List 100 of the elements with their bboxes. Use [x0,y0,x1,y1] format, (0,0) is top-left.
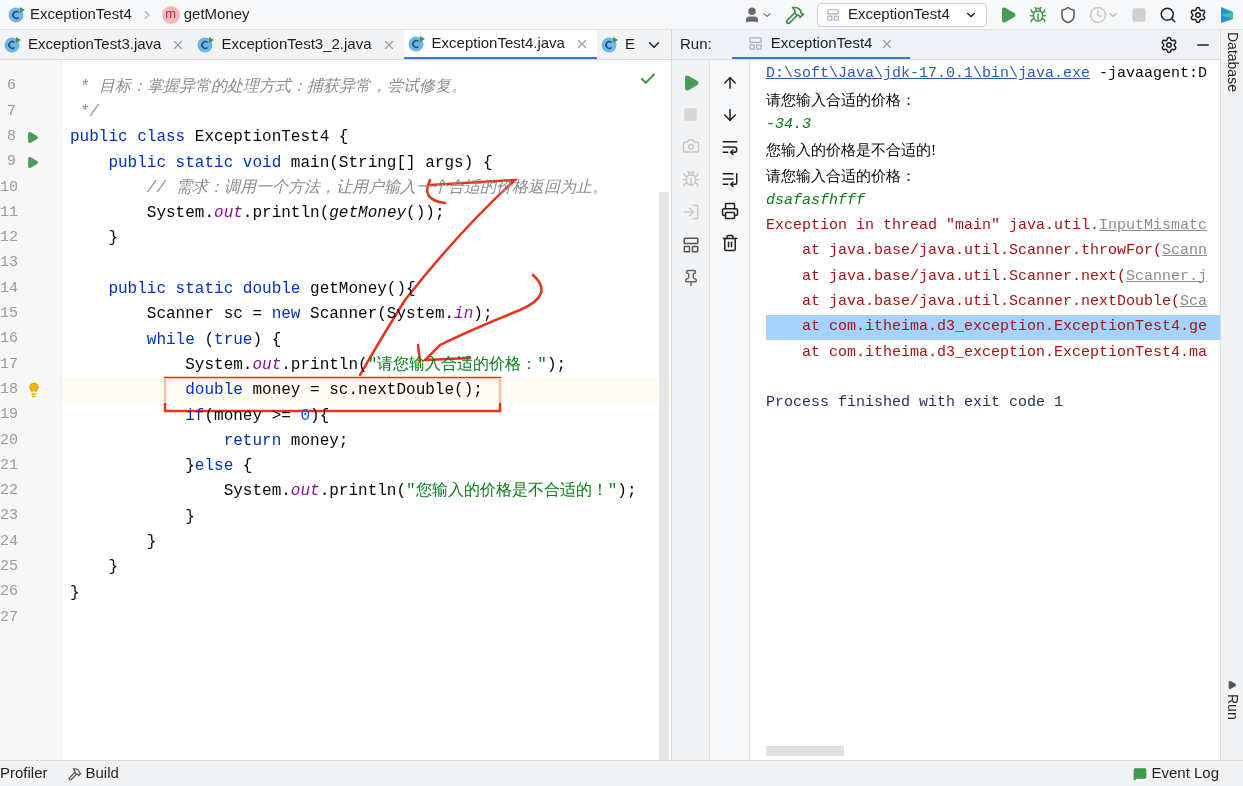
line-number: 8 [6,127,16,147]
printer-icon[interactable] [720,202,739,220]
coverage-icon[interactable] [1059,5,1077,24]
line-number: 26 [0,582,16,603]
tool-window-tab[interactable]: Build [67,762,119,785]
hammer-icon[interactable] [785,4,805,25]
line-number: 24 [0,531,16,552]
line-number: 14 [0,278,16,299]
editor-tab[interactable]: E [596,30,643,59]
tool-window-tab[interactable]: Profiler [0,762,48,785]
line-number: 9 [6,152,16,173]
console-link[interactable]: D:\soft\Java\jdk-17.0.1\bin\java.exe [766,63,1091,86]
code-line: return money; [222,430,349,452]
line-number: 15 [0,304,16,325]
event-log-button[interactable]: Event Log [1133,762,1219,785]
code-line: while (true) { [145,329,282,351]
class-icon [600,35,619,54]
settings-icon[interactable] [1160,35,1178,54]
run-icon[interactable] [26,130,39,144]
console-text: at com.itheima.d3_exception.ExceptionTest4.ge [801,317,1208,338]
class-icon [197,35,216,54]
layout-icon[interactable] [681,236,700,254]
console-text: -javaagent:D [1098,64,1208,85]
console-text: -34.3 [766,115,811,135]
tool-window-tab[interactable]: Database [1221,32,1243,92]
line-number: 13 [0,253,16,274]
code-line: } [107,228,118,250]
console-text: at java.base/java.util.Scanner.next( [801,266,1127,287]
line-number: 12 [0,228,16,249]
line-number: 18 [0,379,16,400]
panel-title: Run: [679,34,713,55]
code-line: public static double getMoney(){ [107,279,416,300]
code-line: */ [78,101,99,123]
code-line: System.out.println(getMoney()); [145,203,445,225]
line-number: 19 [0,405,16,426]
run-icon[interactable] [26,156,39,170]
breadcrumb-item[interactable]: getMoney [183,3,250,26]
class-icon [407,34,426,53]
console-text: dsafasfhfff [766,190,866,211]
code-line: } [145,532,157,553]
run-configuration-dropdown[interactable]: ExceptionTest4 [817,2,987,27]
console-link[interactable]: Scann [1162,240,1208,263]
line-number: 25 [0,557,16,578]
console-text: Process finished with exit code 1 [766,393,1064,414]
class-icon [8,5,26,24]
debug-icon[interactable] [1029,5,1047,24]
line-number: 21 [0,455,16,476]
scrollbar[interactable] [766,746,844,756]
line-number: 10 [0,177,16,198]
console-text: at com.itheima.d3_exception.ExceptionTest4.ma [801,342,1208,363]
line-number: 23 [0,506,16,527]
editor-tab[interactable]: ExceptionTest3.java [0,30,194,59]
code-line: System.out.println("请您输入合适的价格："); [184,354,567,376]
toolbox-logo-icon[interactable] [1219,5,1235,24]
line-number: 17 [0,354,16,375]
scroll-to-end-icon[interactable] [720,170,739,188]
code-line: } [107,557,118,579]
wrap-text-icon[interactable] [720,138,739,156]
code-line: } [184,506,195,528]
message-icon [1133,766,1148,781]
console-text: at java.base/java.util.Scanner.nextDouble( [801,292,1181,313]
breadcrumb-item[interactable]: ExceptionTest4 [30,3,132,26]
line-number: 11 [0,202,16,223]
tool-window-tab[interactable]: Run [1221,694,1243,720]
code-line: System.out.println("您输入的价格是不合适的！"); [222,481,637,503]
line-number: 6 [6,76,16,97]
code-line: } [69,582,80,604]
user-icon[interactable] [743,5,761,24]
line-number: 20 [0,430,16,451]
line-number: 16 [0,329,16,350]
line-number: 22 [0,481,16,502]
code-line: public class ExceptionTest4 { [69,127,349,149]
class-icon [4,35,22,54]
code-line: * 目标：掌握异常的处理方式：捕获异常，尝试修复。 [78,76,467,98]
settings-icon[interactable] [1189,5,1207,24]
line-number: 7 [6,101,16,122]
search-icon[interactable] [1159,5,1177,24]
editor-tab[interactable]: ExceptionTest3_2.java [193,30,404,59]
console-text: Exception in thread "main" java.util. [766,216,1100,237]
code-line: }else { [184,456,253,478]
run-icon[interactable] [999,5,1017,24]
console-link[interactable]: Sca [1180,291,1208,314]
console-text: 请您输入合适的价格： [766,90,916,110]
scrollbar[interactable] [659,192,669,760]
window-icon [826,7,840,22]
hammer-icon [67,766,82,781]
code-line: double money = sc.nextDouble(); [184,380,483,402]
console-text: 您输入的价格是不合适的! [766,141,936,161]
line-number: 27 [0,607,16,628]
method-icon: m [161,5,180,24]
run-icon [1227,680,1237,691]
console-text: 请您输入合适的价格： [766,166,916,186]
bulb-icon[interactable] [26,382,42,399]
console-link[interactable]: Scanner.j [1126,265,1208,289]
code-line: if(money >= 0){ [184,405,330,427]
window-icon [747,36,763,51]
trash-icon[interactable] [720,234,739,252]
console-text: at java.base/java.util.Scanner.throwFor( [801,241,1163,262]
editor-tab[interactable]: ExceptionTest4.java [403,30,597,59]
code-line: public static void main(String[] args) { [107,152,493,174]
